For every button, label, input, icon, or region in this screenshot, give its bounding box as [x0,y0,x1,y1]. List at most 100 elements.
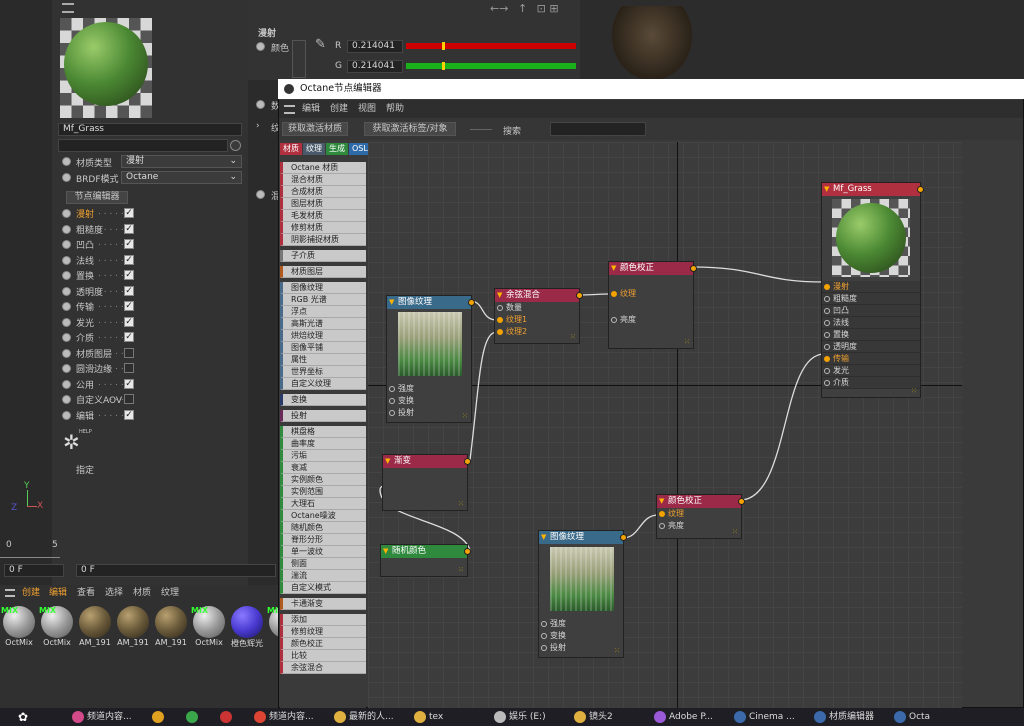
taskbar-item[interactable]: Adobe P... [654,708,730,726]
node-header[interactable]: ▼ 图像纹理 [387,296,471,309]
node-input-row[interactable]: 投射 [539,642,623,654]
resize-grip-icon[interactable]: ⁙ [684,339,691,346]
collapse-triangle-icon[interactable]: ▼ [824,183,829,196]
output-pin[interactable] [576,292,583,299]
material-menu-item[interactable]: 创建 [22,586,40,600]
taskbar-item[interactable]: 镜头2 [574,708,650,726]
node-header[interactable]: ▼ 颜色校正 [657,495,741,508]
start-icon[interactable]: ✿ [18,710,32,724]
node-random-color[interactable]: ▼ 随机颜色 ⁙ [380,544,471,577]
node-material-mf-grass[interactable]: ▼ Mf_Grass 漫射粗糙度 凹凸 法线 置换透明度 传输 发光 介质 ⁙ [821,182,924,398]
material-menu-item[interactable]: 选择 [105,586,123,600]
resize-grip-icon[interactable]: ⁙ [458,567,465,574]
material-manager-menu: 创建 编辑 查看 选择 材质 纹理 [0,586,278,600]
taskbar-item[interactable]: Octa [894,708,970,726]
taskbar-item[interactable]: 材质编辑器 [814,708,890,726]
node-input-row[interactable]: 纹理 [609,288,693,300]
collapse-triangle-icon[interactable]: ▼ [383,545,388,558]
collapse-triangle-icon[interactable]: ▼ [497,289,502,302]
node-input-row[interactable]: 投射 [387,407,471,419]
node-header[interactable]: ▼ 随机颜色 [381,545,467,558]
output-pin[interactable] [690,265,697,272]
material-swatch[interactable]: AM_191 [76,604,114,654]
node-input-row[interactable]: 漫射 [822,281,920,293]
node-input-row[interactable]: 强度 [539,618,623,630]
taskbar-item[interactable]: Cinema ... [734,708,810,726]
taskbar-item[interactable]: 最新的人... [334,708,410,726]
node-color-correction-1[interactable]: ▼ 颜色校正 纹理 亮度 ⁙ [608,261,697,349]
node-header[interactable]: ▼ 图像纹理 [539,531,623,544]
node-input-row[interactable]: 传输 [822,353,920,365]
node-color-correction-2[interactable]: ▼ 颜色校正 纹理 亮度 ⁙ [656,494,745,539]
node-header[interactable]: ▼ 颜色校正 [609,262,693,275]
node-input-row[interactable]: 变换 [387,395,471,407]
material-label: AM_191 [117,638,149,647]
node-input-row[interactable]: 纹理2 [495,326,579,338]
resize-grip-icon[interactable]: ⁙ [570,334,577,341]
collapse-triangle-icon[interactable]: ▼ [659,495,664,508]
node-input-row[interactable]: 纹理1 [495,314,579,326]
resize-grip-icon[interactable]: ⁙ [911,388,918,395]
node-input-row[interactable]: 亮度 [609,314,693,326]
output-pin[interactable] [468,299,475,306]
node-header[interactable]: ▼ 余弦混合 [495,289,579,302]
input-label: 漫射 [833,282,849,291]
material-swatch[interactable]: MIX OctMix [190,604,228,654]
resize-grip-icon[interactable]: ⁙ [458,501,465,508]
app-icon [334,710,346,723]
collapse-triangle-icon[interactable]: ▼ [385,455,390,468]
node-input-row[interactable]: 粗糙度 [822,293,920,305]
node-input-row[interactable]: 亮度 [657,520,741,532]
node-input-row[interactable]: 发光 [822,365,920,377]
taskbar-item[interactable] [152,708,182,726]
resize-grip-icon[interactable]: ⁙ [732,529,739,536]
hamburger-menu-icon[interactable] [5,589,15,597]
resize-grip-icon[interactable]: ⁙ [614,648,621,655]
output-pin[interactable] [464,458,471,465]
node-input-row[interactable]: 法线 [822,317,920,329]
taskbar-item[interactable] [186,708,216,726]
taskbar-item[interactable]: tex [414,708,490,726]
node-input-row[interactable]: 透明度 [822,341,920,353]
output-pin[interactable] [620,534,627,541]
node-input-row[interactable]: 介质 [822,377,920,389]
node-header[interactable]: ▼ Mf_Grass [822,183,920,196]
material-swatch[interactable]: AM_191 [114,604,152,654]
node-gradient[interactable]: ▼ 渐变 ⁙ [382,454,471,511]
taskbar-item[interactable]: 娱乐 (E:) [494,708,570,726]
material-node-preview [832,199,910,277]
material-swatch[interactable]: AM_191 [152,604,190,654]
resize-grip-icon[interactable]: ⁙ [462,413,469,420]
node-input-row[interactable]: 变换 [539,630,623,642]
input-label: 置换 [833,330,849,339]
node-image-texture-1[interactable]: ▼ 图像纹理 强度 变换 投射 ⁙ [386,295,475,423]
taskbar-item[interactable] [220,708,250,726]
collapse-triangle-icon[interactable]: ▼ [389,296,394,309]
collapse-triangle-icon[interactable]: ▼ [541,531,546,544]
node-input-row[interactable]: 纹理 [657,508,741,520]
output-pin[interactable] [917,186,924,193]
material-swatch[interactable]: MIX OctMix [38,604,76,654]
node-input-row[interactable]: 数量 [495,302,579,314]
node-input-row[interactable]: 凹凸 [822,305,920,317]
node-header[interactable]: ▼ 渐变 [383,455,467,468]
taskbar-label: Cinema ... [749,712,795,722]
output-pin[interactable] [464,548,471,555]
material-menu-item[interactable]: 编辑 [49,586,67,600]
app-icon [734,710,746,723]
material-swatch[interactable]: MIX Oc [266,604,278,654]
taskbar-label: 材质编辑器 [829,712,875,722]
node-image-texture-2[interactable]: ▼ 图像纹理 强度 变换 投射 ⁙ [538,530,627,658]
material-menu-item[interactable]: 纹理 [161,586,179,600]
collapse-triangle-icon[interactable]: ▼ [611,262,616,275]
node-cosine-mix[interactable]: ▼ 余弦混合 数量 纹理1 纹理2 ⁙ [494,288,583,344]
output-pin[interactable] [738,498,745,505]
material-swatch[interactable]: 橙色辉光 [228,604,266,654]
material-swatch[interactable]: MIX OctMix [0,604,38,654]
taskbar-item[interactable]: 频道内容... [254,708,330,726]
material-menu-item[interactable]: 查看 [77,586,95,600]
node-input-row[interactable]: 置换 [822,329,920,341]
node-input-row[interactable]: 强度 [387,383,471,395]
taskbar-item[interactable]: 频道内容... [72,708,148,726]
material-menu-item[interactable]: 材质 [133,586,151,600]
